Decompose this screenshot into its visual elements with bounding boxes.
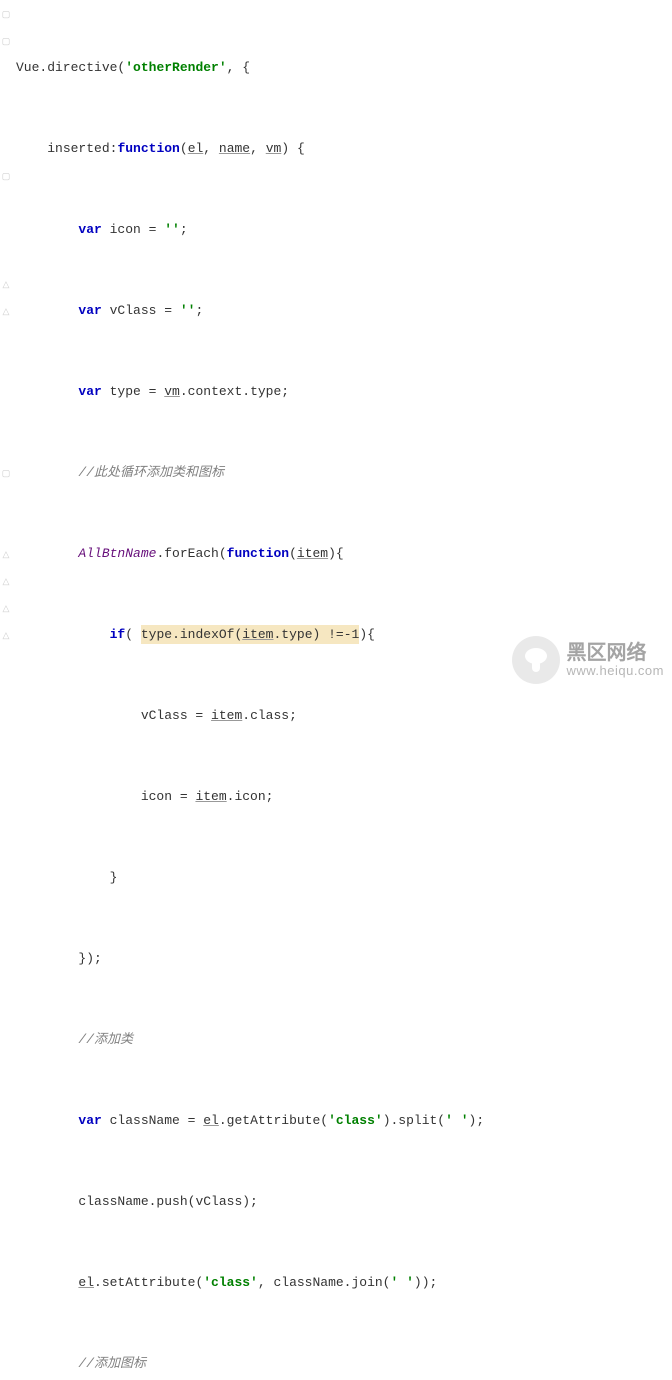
code-line: });: [16, 945, 672, 972]
mushroom-icon: [512, 636, 560, 684]
fold-end-icon: △: [0, 596, 12, 623]
code-line: //添加图标: [16, 1350, 672, 1377]
code-line: }: [16, 864, 672, 891]
code-line: vClass = item.class;: [16, 702, 672, 729]
code-line: var type = vm.context.type;: [16, 378, 672, 405]
code-line: //此处循环添加类和图标: [16, 459, 672, 486]
fold-icon: ▢: [0, 29, 12, 56]
code-line: var vClass = '';: [16, 297, 672, 324]
code-line: AllBtnName.forEach(function(item){: [16, 540, 672, 567]
gutter: ▢ ▢ ▢ △ △ ▢ △ △ △ △: [0, 0, 12, 1380]
fold-end-icon: △: [0, 299, 12, 326]
watermark-url: www.heiqu.com: [566, 664, 664, 678]
code-line: var icon = '';: [16, 216, 672, 243]
code-area: Vue.directive('otherRender', { inserted:…: [12, 0, 672, 1380]
code-line: Vue.directive('otherRender', {: [16, 54, 672, 81]
code-line: //添加类: [16, 1026, 672, 1053]
watermark-title: 黑区网络: [566, 642, 664, 664]
watermark-text: 黑区网络 www.heiqu.com: [566, 642, 664, 678]
fold-icon: ▢: [0, 164, 12, 191]
code-line: var className = el.getAttribute('class')…: [16, 1107, 672, 1134]
code-line: icon = item.icon;: [16, 783, 672, 810]
fold-end-icon: △: [0, 272, 12, 299]
code-line: inserted:function(el, name, vm) {: [16, 135, 672, 162]
code-editor: ▢ ▢ ▢ △ △ ▢ △ △ △ △ Vue.directive('other…: [0, 0, 672, 1380]
code-line: className.push(vClass);: [16, 1188, 672, 1215]
code-line: el.setAttribute('class', className.join(…: [16, 1269, 672, 1296]
watermark: 黑区网络 www.heiqu.com: [512, 636, 664, 684]
fold-icon: ▢: [0, 461, 12, 488]
fold-end-icon: △: [0, 623, 12, 650]
fold-end-icon: △: [0, 542, 12, 569]
fold-icon: ▢: [0, 2, 12, 29]
fold-end-icon: △: [0, 569, 12, 596]
